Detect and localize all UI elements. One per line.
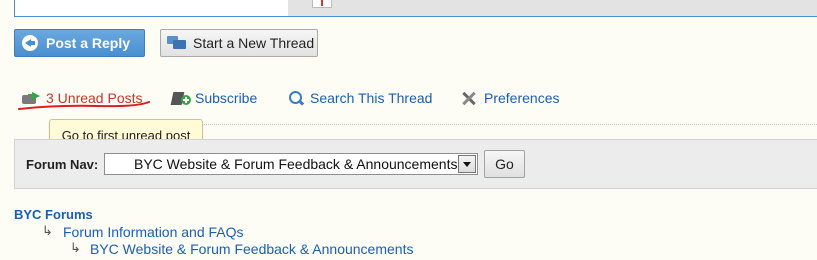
editor-toolbar [288, 0, 817, 16]
annotation-underline [18, 101, 150, 110]
forum-nav-select[interactable]: BYC Website & Forum Feedback & Announcem… [104, 153, 478, 175]
subscribe-plus-icon [170, 90, 193, 106]
start-new-thread-button[interactable]: Start a New Thread [160, 29, 318, 57]
speech-bubbles-icon [167, 35, 187, 51]
forum-nav-selected-value: BYC Website & Forum Feedback & Announcem… [134, 156, 458, 172]
go-button[interactable]: Go [484, 150, 525, 178]
search-thread-link[interactable]: Search This Thread [288, 88, 432, 108]
breadcrumb-feedback-forum[interactable]: BYC Website & Forum Feedback & Announcem… [90, 241, 413, 257]
preferences-label: Preferences [484, 90, 560, 106]
section-divider [200, 124, 817, 125]
new-thread-label: Start a New Thread [193, 35, 315, 51]
subscribe-label: Subscribe [195, 90, 258, 106]
breadcrumb-forum-info[interactable]: Forum Information and FAQs [63, 224, 244, 240]
search-icon [288, 90, 305, 106]
chevron-down-icon[interactable] [458, 155, 476, 173]
breadcrumb-arrow-icon: ↳ [42, 223, 53, 238]
post-reply-button[interactable]: Post a Reply [14, 29, 145, 57]
preferences-link[interactable]: Preferences [460, 88, 559, 108]
search-thread-label: Search This Thread [310, 90, 433, 106]
reply-arrow-icon [22, 35, 38, 51]
subscribe-link[interactable]: Subscribe [170, 88, 258, 108]
go-label: Go [495, 156, 514, 172]
breadcrumb-arrow-icon: ↳ [70, 240, 81, 255]
editor-control[interactable] [312, 0, 332, 8]
forum-nav-label: Forum Nav: [26, 157, 99, 172]
breadcrumb-root[interactable]: BYC Forums [14, 207, 93, 222]
post-reply-label: Post a Reply [46, 35, 131, 51]
tools-icon [460, 90, 478, 106]
